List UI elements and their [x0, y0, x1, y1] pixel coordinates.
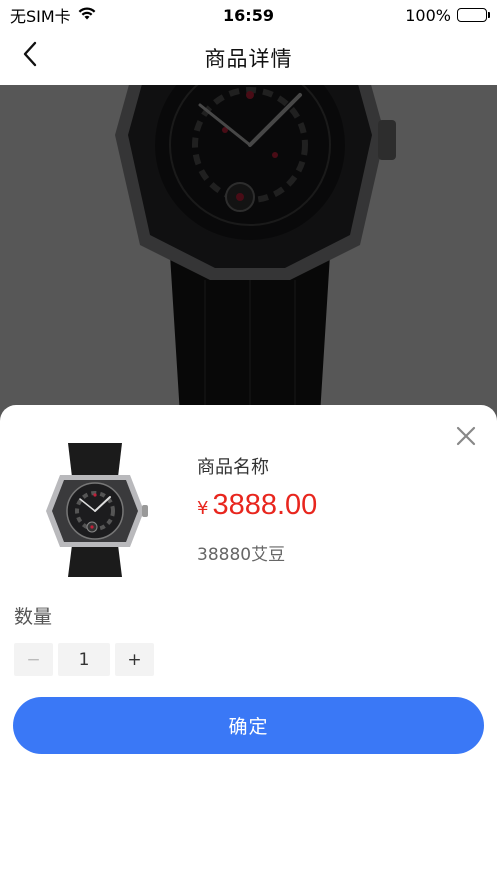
decrement-button[interactable]: − — [14, 643, 53, 676]
currency-symbol: ¥ — [197, 498, 209, 519]
purchase-sheet: 商品名称 ¥ 3888.00 38880艾豆 数量 − 1 + 确定 — [0, 405, 497, 883]
price-value: 3888.00 — [212, 489, 318, 521]
battery-icon — [457, 8, 490, 22]
back-button[interactable] — [12, 38, 48, 74]
wifi-icon — [77, 6, 97, 25]
quantity-value[interactable]: 1 — [58, 643, 110, 676]
nav-bar: 商品详情 — [0, 30, 497, 85]
quantity-stepper: − 1 + — [14, 643, 154, 676]
status-right: 100% — [405, 5, 490, 25]
battery-percent: 100% — [405, 5, 451, 25]
carrier-label: 无SIM卡 — [10, 7, 71, 26]
product-name: 商品名称 — [197, 457, 269, 478]
status-left: 无SIM卡 — [10, 3, 97, 27]
quantity-label: 数量 — [14, 606, 53, 628]
status-bar: 无SIM卡 16:59 100% — [0, 0, 497, 30]
page-title: 商品详情 — [204, 46, 293, 71]
increment-button[interactable]: + — [115, 643, 154, 676]
product-points: 38880艾豆 — [197, 545, 286, 565]
product-price: ¥ 3888.00 — [197, 489, 317, 522]
product-thumbnail — [30, 435, 160, 585]
close-button[interactable] — [453, 425, 479, 451]
chevron-left-icon — [22, 41, 38, 71]
confirm-button[interactable]: 确定 — [13, 697, 484, 754]
close-icon — [456, 426, 476, 450]
